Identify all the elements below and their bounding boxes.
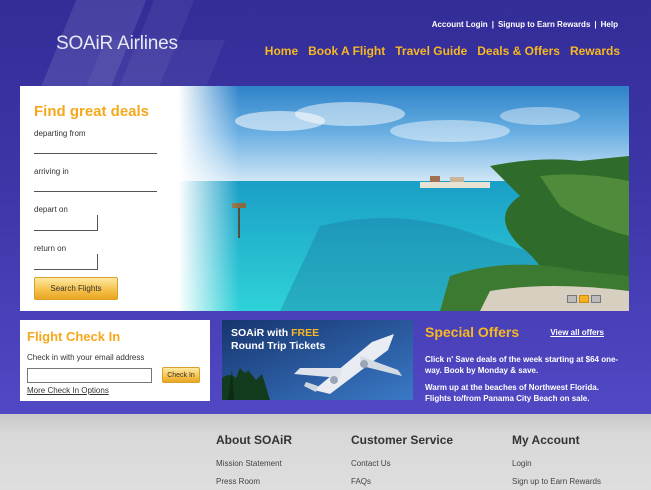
footer-my-account: My Account Login Sign up to Earn Rewards [512,433,601,490]
promo-text: SOAiR with FREE Round Trip Tickets [231,327,325,353]
special-offers: Special Offers View all offers Click n' … [425,324,630,404]
depart-date-input[interactable] [34,215,98,231]
arriving-input[interactable] [34,178,157,192]
arriving-label: arriving in [34,167,69,176]
promo-line1: SOAiR with [231,327,292,339]
help-link[interactable]: Help [601,20,618,29]
hero-banner: Find great deals departing from arriving… [20,86,629,311]
contact-us-link[interactable]: Contact Us [351,459,453,468]
deals-title: Find great deals [34,103,150,120]
more-check-in-options-link[interactable]: More Check In Options [27,386,210,395]
promo-line2: Round Trip Tickets [231,340,326,352]
check-in-button[interactable]: Check In [162,367,200,383]
press-room-link[interactable]: Press Room [216,477,292,486]
carousel-dot-3[interactable] [591,295,601,303]
nav-travel-guide[interactable]: Travel Guide [395,44,467,58]
footer-about: About SOAiR Mission Statement Press Room [216,433,292,490]
nav-home[interactable]: Home [265,44,298,58]
special-offers-title: Special Offers [425,324,520,340]
mission-statement-link[interactable]: Mission Statement [216,459,292,468]
site-logo[interactable]: SOAiR Airlines [56,33,178,55]
search-flights-button[interactable]: Search Flights [34,277,118,300]
carousel-dot-2[interactable] [579,295,589,303]
footer-account-title: My Account [512,433,580,447]
footer-service-title: Customer Service [351,433,454,447]
free-tickets-promo[interactable]: SOAiR with FREE Round Trip Tickets [222,320,413,400]
nav-rewards[interactable]: Rewards [570,44,620,58]
check-in-prompt: Check in with your email address [27,353,145,362]
carousel-pager [567,295,601,303]
return-date-label: return on [34,244,67,253]
separator: | [594,20,597,29]
separator: | [491,20,494,29]
footer-login-link[interactable]: Login [512,459,601,468]
depart-date-label: depart on [34,205,68,214]
view-all-offers-link[interactable]: View all offers [550,328,604,337]
departing-input[interactable] [34,140,157,154]
check-in-title: Flight Check In [27,329,121,344]
signup-link[interactable]: Signup to Earn Rewards [498,20,590,29]
carousel-dot-1[interactable] [567,295,577,303]
deal-search-form: Find great deals departing from arriving… [20,86,195,311]
main-nav: Home Book A Flight Travel Guide Deals & … [265,44,620,58]
check-in-row: Check In [27,367,210,383]
footer-about-title: About SOAiR [216,433,292,447]
footer-signup-link[interactable]: Sign up to Earn Rewards [512,477,601,486]
departing-label: departing from [34,129,86,138]
promo-free: FREE [291,327,320,339]
account-login-link[interactable]: Account Login [432,20,488,29]
return-date-input[interactable] [34,254,98,270]
faqs-link[interactable]: FAQs [351,477,453,486]
utility-links: Account Login | Signup to Earn Rewards |… [432,20,618,29]
offer-text-1: Click n' Save deals of the week starting… [425,355,619,375]
offer-text-2: Warm up at the beaches of Northwest Flor… [425,383,599,403]
nav-deals-offers[interactable]: Deals & Offers [477,44,560,58]
site-footer: About SOAiR Mission Statement Press Room… [0,414,651,490]
check-in-email-input[interactable] [27,367,152,383]
nav-book-a-flight[interactable]: Book A Flight [308,44,385,58]
footer-customer-service: Customer Service Contact Us FAQs [351,433,453,490]
flight-check-in-panel: Flight Check In Check in with your email… [20,320,210,401]
